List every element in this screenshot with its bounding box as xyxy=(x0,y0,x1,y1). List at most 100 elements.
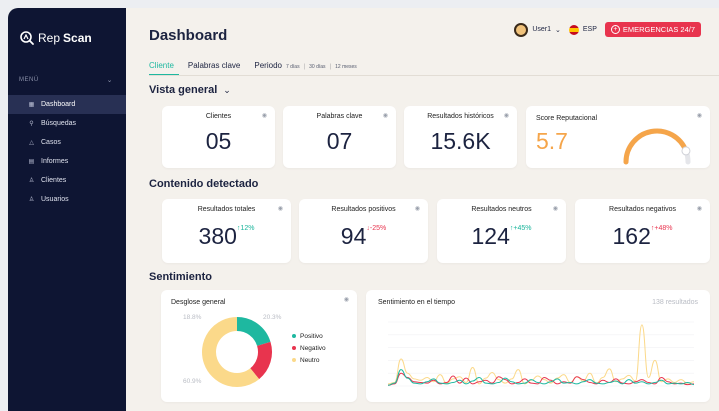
sidebar-item-label: Informes xyxy=(41,158,69,165)
donut-slice-negativo[interactable] xyxy=(249,341,272,380)
trend-up: ↑+45% xyxy=(509,225,532,232)
sidebar-item-casos[interactable]: △ Casos xyxy=(8,133,126,152)
user-icon: ♙ xyxy=(28,178,35,184)
sidebar-item-busquedas[interactable]: ⚲ Búsquedas xyxy=(8,114,126,133)
range-30-dias[interactable]: 30 días xyxy=(309,64,325,70)
eye-icon[interactable]: ◉ xyxy=(262,112,267,119)
card-resultados-totales: Resultados totales ◉ 380↑12% xyxy=(162,199,291,263)
card-label: Sentimiento en el tiempo xyxy=(378,299,456,306)
range-12-meses[interactable]: 12 meses xyxy=(335,64,357,70)
card-number: 380 xyxy=(198,223,237,249)
card-score-reputacional: Score Reputacional ◉ 5.7 xyxy=(526,106,710,168)
header-actions: User1 ⌄ ESP + EMERGENCIAS 24/7 xyxy=(514,22,701,37)
language-label: ESP xyxy=(582,26,597,33)
menu-label: MENÚ xyxy=(19,77,39,83)
sidebar: Rep Scan MENÚ ⌄ ▦ Dashboard ⚲ Búsquedas △… xyxy=(8,8,126,411)
eye-icon[interactable]: ◉ xyxy=(697,205,702,212)
app-window: Rep Scan MENÚ ⌄ ▦ Dashboard ⚲ Búsquedas △… xyxy=(8,8,719,411)
sidebar-item-usuarios[interactable]: ♙ Usuarios xyxy=(8,190,126,209)
period-selector: Periodo 7 días | 30 días | 12 meses xyxy=(254,61,356,70)
chevron-down-icon: ⌄ xyxy=(555,26,561,34)
period-label: Periodo xyxy=(254,61,282,70)
eye-icon[interactable]: ◉ xyxy=(344,296,349,303)
brand-name-suffix: Scan xyxy=(63,31,92,45)
trend-value: -25% xyxy=(369,225,387,232)
card-sentimiento-tiempo: Sentimiento en el tiempo 138 resultados xyxy=(366,290,710,402)
eye-icon[interactable]: ◉ xyxy=(415,205,420,212)
card-label: Resultados positivos xyxy=(331,206,396,213)
repscan-logo-icon xyxy=(20,31,34,45)
trend-down: ↓-25% xyxy=(366,225,387,232)
grid-icon: ▦ xyxy=(28,102,35,108)
legend-item-positivo: Positivo xyxy=(292,330,326,342)
sidebar-item-dashboard[interactable]: ▦ Dashboard xyxy=(8,95,126,114)
card-desglose-general: Desglose general ◉ 18.8% 20.3% 60.9% Pos… xyxy=(161,290,357,402)
chevron-down-icon: ⌄ xyxy=(106,77,113,84)
eye-icon[interactable]: ◉ xyxy=(697,112,702,119)
brand-logo[interactable]: Rep Scan xyxy=(19,30,92,46)
emergency-label: EMERGENCIAS 24/7 xyxy=(622,25,695,34)
card-number: 124 xyxy=(471,223,510,249)
main-content: Dashboard User1 ⌄ ESP + EMERGENCIAS 24/7… xyxy=(126,8,719,411)
card-label: Score Reputacional xyxy=(536,115,598,122)
gauge-track xyxy=(623,128,691,165)
score-value: 5.7 xyxy=(536,128,568,154)
tab-cliente[interactable]: Cliente xyxy=(149,61,174,70)
gauge-fill xyxy=(623,128,689,165)
legend-dot xyxy=(292,358,296,362)
page-title: Dashboard xyxy=(149,27,228,44)
menu-header[interactable]: MENÚ ⌄ xyxy=(19,76,113,84)
language-selector[interactable]: ESP xyxy=(568,24,597,35)
line-chart xyxy=(387,321,695,387)
card-value: 124↑+45% xyxy=(437,223,566,250)
section-title: Contenido detectado xyxy=(149,178,259,190)
legend-item-neutro: Neutro xyxy=(292,354,326,366)
section-title: Vista general xyxy=(149,84,218,96)
sidebar-item-informes[interactable]: ▤ Informes xyxy=(8,152,126,171)
eye-icon[interactable]: ◉ xyxy=(278,205,283,212)
user-menu[interactable]: User1 ⌄ xyxy=(514,22,561,37)
legend-label: Negativo xyxy=(300,344,326,352)
card-value: 15.6K xyxy=(430,128,491,154)
card-resultados-negativos: Resultados negativos ◉ 162↑+48% xyxy=(575,199,710,263)
card-label: Palabras clave xyxy=(316,113,363,120)
card-resultados-neutros: Resultados neutros ◉ 124↑+45% xyxy=(437,199,566,263)
donut-label-positivo: 20.3% xyxy=(263,314,282,321)
score-gauge xyxy=(623,128,691,165)
tab-palabras-clave[interactable]: Palabras clave xyxy=(188,61,240,70)
section-sentimiento: Sentimiento xyxy=(149,271,212,283)
trend-value: +45% xyxy=(513,225,532,232)
eye-icon[interactable]: ◉ xyxy=(504,112,509,119)
emergency-button[interactable]: + EMERGENCIAS 24/7 xyxy=(604,22,701,37)
card-label: Desglose general xyxy=(171,299,226,306)
section-title: Sentimiento xyxy=(149,271,212,283)
card-label: Resultados negativos xyxy=(609,206,676,213)
gauge-knob xyxy=(681,146,691,156)
card-label: Resultados totales xyxy=(197,206,256,213)
card-value: 380↑12% xyxy=(162,223,291,250)
eye-icon[interactable]: ◉ xyxy=(553,205,558,212)
user-name: User1 xyxy=(532,26,551,33)
spain-flag-icon xyxy=(568,24,579,35)
series-line-0 xyxy=(387,324,695,385)
sidebar-item-clientes[interactable]: ♙ Clientes xyxy=(8,171,126,190)
divider xyxy=(149,75,719,76)
search-icon: ⚲ xyxy=(29,121,34,127)
sidebar-item-label: Búsquedas xyxy=(41,120,77,127)
donut-slice-positivo[interactable] xyxy=(236,317,271,347)
legend-label: Positivo xyxy=(300,332,323,340)
donut-label-negativo: 18.8% xyxy=(183,314,202,321)
range-7-dias[interactable]: 7 días xyxy=(286,64,300,70)
trend-up: ↑+48% xyxy=(650,225,673,232)
results-count: 138 resultados xyxy=(652,299,698,306)
donut-chart xyxy=(202,317,272,387)
card-number: 162 xyxy=(612,223,651,249)
sidebar-item-label: Dashboard xyxy=(41,101,76,108)
legend-dot xyxy=(292,346,296,350)
card-value: 07 xyxy=(326,128,353,154)
divider: | xyxy=(329,64,332,70)
section-vista-general[interactable]: Vista general ⌄ xyxy=(149,84,231,96)
eye-icon[interactable]: ◉ xyxy=(383,112,388,119)
card-label: Resultados neutros xyxy=(471,206,532,213)
sidebar-item-label: Clientes xyxy=(41,177,67,184)
